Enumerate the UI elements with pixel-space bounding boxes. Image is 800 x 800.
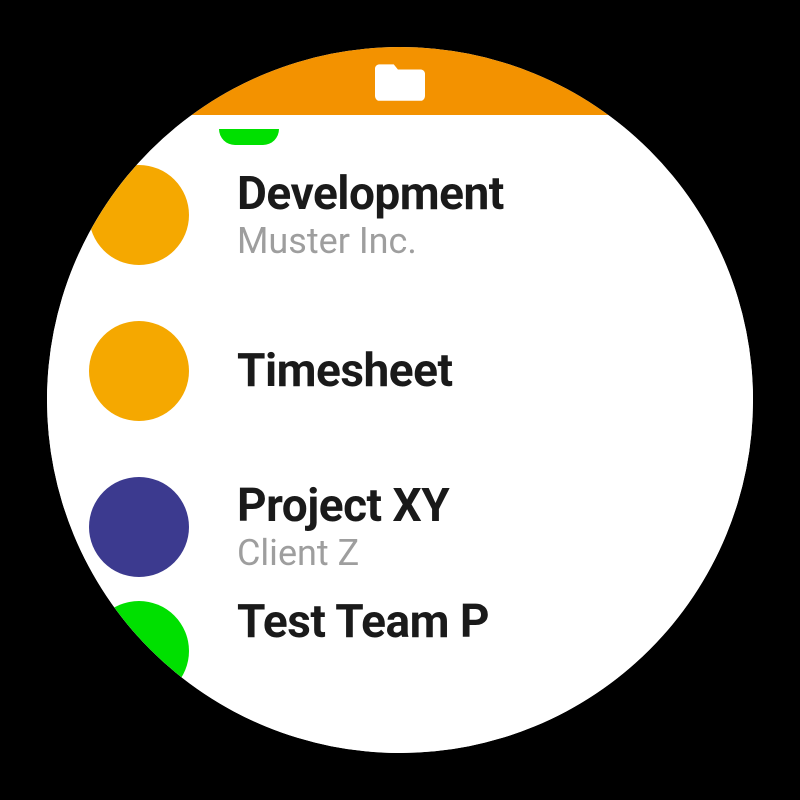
list-item[interactable]: Project XY Client Z — [47, 457, 753, 597]
list-item[interactable]: Development Muster Inc. — [47, 145, 753, 285]
header — [47, 47, 753, 115]
item-title: Project XY — [237, 481, 449, 532]
color-dot — [89, 477, 189, 577]
color-dot — [89, 601, 189, 701]
list-item[interactable]: Test Team P — [47, 597, 753, 687]
item-title: Test Team P — [237, 597, 489, 648]
item-text: Project XY Client Z — [237, 481, 449, 573]
color-dot — [89, 165, 189, 265]
item-text: Timesheet — [237, 346, 453, 397]
item-title: Timesheet — [237, 346, 453, 397]
list-item[interactable] — [47, 115, 753, 145]
item-text: Test Team P — [237, 597, 489, 648]
item-title: Development — [237, 169, 504, 220]
project-list[interactable]: Development Muster Inc. Timesheet Projec… — [47, 115, 753, 753]
color-dot — [89, 321, 189, 421]
list-item[interactable]: Timesheet — [47, 285, 753, 457]
item-text: Development Muster Inc. — [237, 169, 504, 261]
watch-face: Development Muster Inc. Timesheet Projec… — [47, 47, 753, 753]
color-dot — [219, 129, 279, 145]
item-subtitle: Client Z — [237, 534, 449, 574]
item-subtitle: Muster Inc. — [237, 222, 504, 262]
folder-icon — [375, 60, 425, 102]
